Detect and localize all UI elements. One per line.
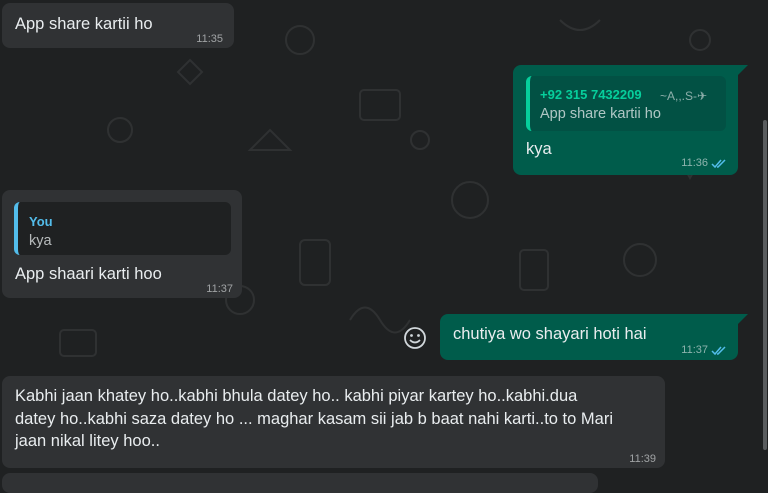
quoted-text: kya [29,233,52,249]
message-outgoing[interactable]: chutiya wo shayari hoti hai 11:37 [440,314,738,360]
message-text: Kabhi jaan khatey ho..kabhi bhula datey … [15,385,655,453]
message-time: 11:35 [196,33,223,45]
message-incoming[interactable]: Kabhi jaan khatey ho..kabhi bhula datey … [2,376,665,468]
bubble-tail [738,314,748,324]
message-line: Kabhi jaan khatey ho..kabhi bhula datey … [15,387,578,405]
message-text: App share kartii ho [15,15,153,33]
double-check-icon [711,345,726,355]
message-time: 11:39 [629,453,656,465]
message-incoming-partial[interactable] [2,473,598,493]
quoted-sender-alias: ~A,,.S-✈ [660,89,708,103]
message-incoming[interactable]: You kya App shaari karti hoo 11:37 [2,190,242,298]
message-text: chutiya wo shayari hoti hai [453,325,647,343]
scrollbar[interactable] [762,0,768,485]
message-time: 11:36 [681,152,727,174]
smiley-icon[interactable] [403,326,427,350]
message-text: App shaari karti hoo [15,265,162,283]
message-incoming[interactable]: App share kartii ho 11:35 [2,3,234,48]
message-time: 11:37 [681,339,727,361]
message-line: jaan nikal litey hoo.. [15,432,160,450]
double-check-icon [711,158,726,168]
message-line: datey ho..kabhi saza datey ho ... maghar… [15,409,613,428]
quoted-message[interactable]: +92 315 7432209 ~A,,.S-✈ App share karti… [526,76,726,131]
quoted-text: App share kartii ho [540,106,661,122]
message-text: kya [526,140,552,158]
bubble-tail [738,65,748,75]
quoted-message[interactable]: You kya [14,202,231,255]
message-outgoing[interactable]: +92 315 7432209 ~A,,.S-✈ App share karti… [513,65,738,175]
message-time: 11:37 [206,283,233,295]
scrollbar-thumb[interactable] [763,120,767,450]
